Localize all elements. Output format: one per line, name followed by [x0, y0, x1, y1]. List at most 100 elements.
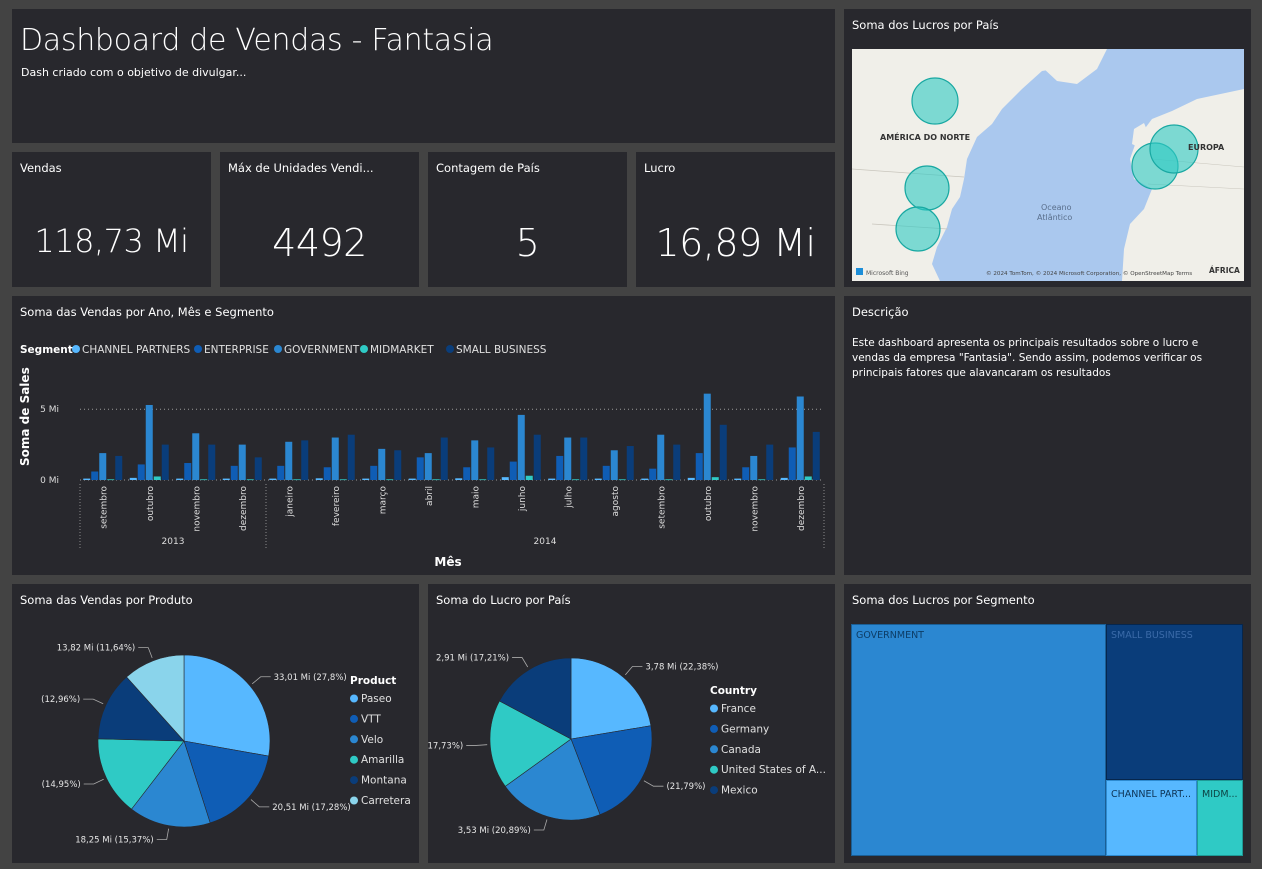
profit-map[interactable]: AMÉRICA DO NORTE EUROPA Oceano Atlântico…: [852, 49, 1244, 281]
bar-mark[interactable]: [594, 478, 602, 480]
bar-mark[interactable]: [665, 479, 673, 481]
bar-mark[interactable]: [517, 414, 525, 480]
bar-mark[interactable]: [408, 478, 416, 480]
bar-mark[interactable]: [315, 478, 323, 480]
bar-mark[interactable]: [440, 437, 448, 480]
bar-mark[interactable]: [323, 467, 331, 480]
kpi-card-contagem-pais[interactable]: Contagem de País 5: [428, 152, 627, 287]
treemap-tile[interactable]: Soma dos Lucros por Segmento GOVERNMENT …: [844, 584, 1251, 863]
bar-mark[interactable]: [572, 479, 580, 481]
bar-mark[interactable]: [115, 455, 123, 480]
pie-legend-item[interactable]: Carretera: [361, 795, 411, 807]
bar-mark[interactable]: [509, 461, 517, 480]
bar-chart-tile[interactable]: Soma das Vendas por Ano, Mês e Segmento …: [12, 296, 835, 575]
bar-mark[interactable]: [362, 478, 370, 480]
bar-mark[interactable]: [657, 434, 665, 480]
bar-mark[interactable]: [269, 478, 277, 480]
bar-mark[interactable]: [222, 478, 230, 480]
bar-mark[interactable]: [673, 444, 681, 480]
bar-mark[interactable]: [416, 457, 424, 480]
country-pie-tile[interactable]: Soma do Lucro por País 3,78 Mi (22,38%)(…: [428, 584, 835, 863]
pie-legend-item[interactable]: Germany: [721, 723, 769, 735]
bar-mark[interactable]: [246, 479, 254, 481]
bar-mark[interactable]: [184, 463, 192, 480]
bar-mark[interactable]: [703, 393, 711, 480]
bar-mark[interactable]: [479, 479, 487, 481]
bar-mark[interactable]: [285, 441, 293, 480]
bar-mark[interactable]: [83, 478, 91, 480]
pie-legend-item[interactable]: VTT: [361, 713, 381, 725]
bar-mark[interactable]: [564, 437, 572, 480]
bar-mark[interactable]: [161, 444, 169, 480]
bar-mark[interactable]: [719, 424, 727, 480]
bar-mark[interactable]: [254, 457, 262, 480]
bar-mark[interactable]: [208, 444, 216, 480]
pie-legend-item[interactable]: Paseo: [361, 693, 392, 705]
bar-mark[interactable]: [580, 437, 588, 480]
bar-mark[interactable]: [455, 478, 463, 480]
bar-mark[interactable]: [145, 404, 153, 480]
pie-legend-item[interactable]: Mexico: [721, 785, 758, 797]
bar-mark[interactable]: [750, 455, 758, 480]
bar-mark[interactable]: [347, 434, 355, 480]
bar-mark[interactable]: [137, 464, 145, 480]
bar-mark[interactable]: [176, 478, 184, 480]
treemap-cell-channel-partners[interactable]: CHANNEL PART...: [1106, 780, 1197, 856]
bar-mark[interactable]: [378, 448, 386, 480]
bar-mark[interactable]: [339, 479, 347, 481]
bar-legend-item[interactable]: MIDMARKET: [370, 344, 434, 356]
bar-mark[interactable]: [331, 437, 339, 480]
bar-mark[interactable]: [293, 479, 301, 481]
bar-mark[interactable]: [766, 444, 774, 480]
bar-mark[interactable]: [610, 450, 618, 480]
pie-legend-item[interactable]: Montana: [361, 775, 407, 787]
bar-mark[interactable]: [758, 479, 766, 481]
bar-legend-item[interactable]: SMALL BUSINESS: [456, 344, 547, 356]
pie-slice[interactable]: [183, 654, 271, 757]
bar-mark[interactable]: [432, 479, 440, 481]
bar-mark[interactable]: [238, 444, 246, 480]
kpi-card-max-unidades[interactable]: Máx de Unidades Vendi... 4492: [220, 152, 419, 287]
bar-mark[interactable]: [129, 477, 137, 480]
bar-mark[interactable]: [695, 453, 703, 480]
bar-mark[interactable]: [548, 478, 556, 480]
bar-mark[interactable]: [602, 465, 610, 480]
map-tile[interactable]: Soma dos Lucros por País AMÉRICA DO NORT…: [844, 9, 1251, 287]
bar-legend-item[interactable]: ENTERPRISE: [204, 344, 269, 356]
bar-mark[interactable]: [641, 478, 649, 480]
bar-mark[interactable]: [812, 431, 820, 480]
bar-mark[interactable]: [649, 468, 657, 480]
bar-mark[interactable]: [780, 477, 788, 480]
pie-legend-item[interactable]: Canada: [721, 744, 761, 756]
pie-slice[interactable]: [570, 657, 652, 740]
bar-mark[interactable]: [626, 446, 634, 480]
bar-mark[interactable]: [501, 477, 509, 480]
bar-mark[interactable]: [99, 453, 107, 480]
treemap-cell-small-business[interactable]: SMALL BUSINESS: [1106, 624, 1243, 780]
bar-mark[interactable]: [91, 471, 99, 480]
treemap-cell-government[interactable]: GOVERNMENT: [851, 624, 1106, 856]
bar-mark[interactable]: [107, 479, 115, 481]
bar-mark[interactable]: [463, 467, 471, 480]
bar-mark[interactable]: [153, 476, 161, 480]
bar-mark[interactable]: [788, 447, 796, 480]
bar-mark[interactable]: [687, 477, 695, 480]
bar-mark[interactable]: [804, 476, 812, 480]
bar-mark[interactable]: [394, 450, 402, 480]
pie-legend-item[interactable]: France: [721, 703, 756, 715]
pie-legend-item[interactable]: Amarilla: [361, 754, 404, 766]
product-pie-tile[interactable]: Soma das Vendas por Produto 33,01 Mi (27…: [12, 584, 419, 863]
bar-mark[interactable]: [301, 440, 309, 480]
product-pie-svg[interactable]: 33,01 Mi (27,8%) 20,51 Mi (17,28%) 18,25 M…: [12, 584, 419, 863]
bar-chart-svg[interactable]: Segment CHANNEL PARTNERS ENTERPRISE GOVERNM…: [12, 296, 835, 575]
bar-legend-item[interactable]: CHANNEL PARTNERS: [82, 344, 191, 356]
bar-mark[interactable]: [471, 440, 479, 480]
bar-mark[interactable]: [734, 478, 742, 480]
kpi-card-lucro[interactable]: Lucro 16,89 Mi: [636, 152, 835, 287]
bar-mark[interactable]: [487, 447, 495, 480]
bar-mark[interactable]: [370, 465, 378, 480]
kpi-card-vendas[interactable]: Vendas 118,73 Mi: [12, 152, 211, 287]
bar-mark[interactable]: [618, 479, 626, 481]
bar-mark[interactable]: [796, 396, 804, 480]
bar-mark[interactable]: [742, 467, 750, 480]
